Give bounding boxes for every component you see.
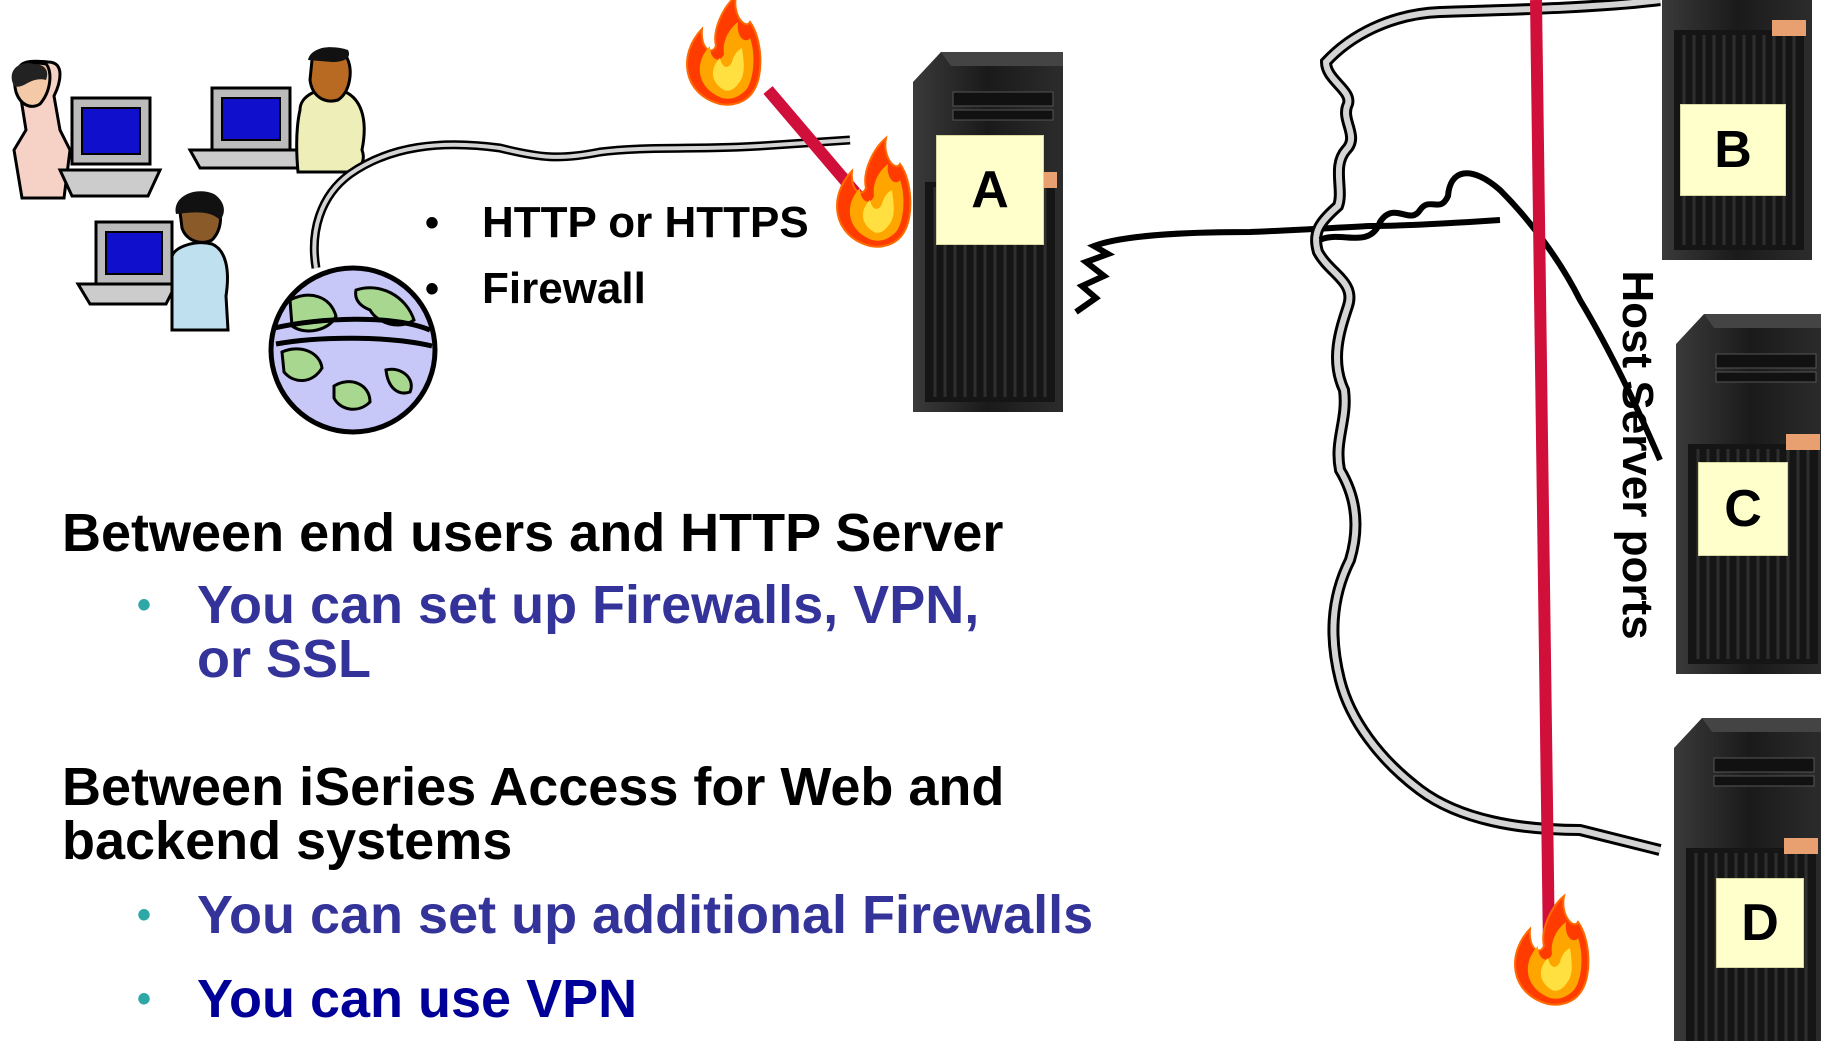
protocol-list: • HTTP or HTTPS • Firewall	[425, 190, 809, 322]
fire-icon	[1514, 895, 1590, 1006]
host-server-ports-label: Host Server ports	[1613, 270, 1662, 640]
protocol-item: • HTTP or HTTPS	[425, 198, 809, 247]
server-d-label: D	[1716, 878, 1804, 968]
backend-cable	[1074, 217, 1501, 315]
server-c-label: C	[1698, 462, 1788, 556]
section2-bullet: • You can set up additional Firewalls	[137, 888, 1093, 942]
section1-bullet: • You can set up Firewalls, VPN, or SSL	[137, 578, 1047, 686]
section2-heading-line2: backend systems	[62, 811, 513, 871]
server-a-label: A	[936, 135, 1044, 245]
fire-icon	[836, 137, 912, 248]
section2-bullet-text: You can set up additional Firewalls	[197, 885, 1094, 945]
host-cables	[1310, 0, 1663, 856]
server-b-label: B	[1680, 104, 1786, 196]
section1-heading: Between end users and HTTP Server	[62, 503, 1004, 563]
section2-heading-line1: Between iSeries Access for Web and	[62, 757, 1005, 817]
bullet-marker: •	[137, 583, 152, 627]
section1-bullet-text: You can set up Firewalls, VPN, or SSL	[197, 575, 980, 689]
section2-bullet-text: You can use VPN	[197, 969, 638, 1029]
section2-bullet: • You can use VPN	[137, 972, 637, 1026]
bullet-marker: •	[137, 977, 152, 1021]
globe-icon	[268, 265, 438, 435]
protocol-item: • Firewall	[425, 264, 646, 313]
host-firewall-line	[1530, 0, 1555, 951]
bullet-marker: •	[137, 893, 152, 937]
fire-icon	[686, 0, 762, 106]
